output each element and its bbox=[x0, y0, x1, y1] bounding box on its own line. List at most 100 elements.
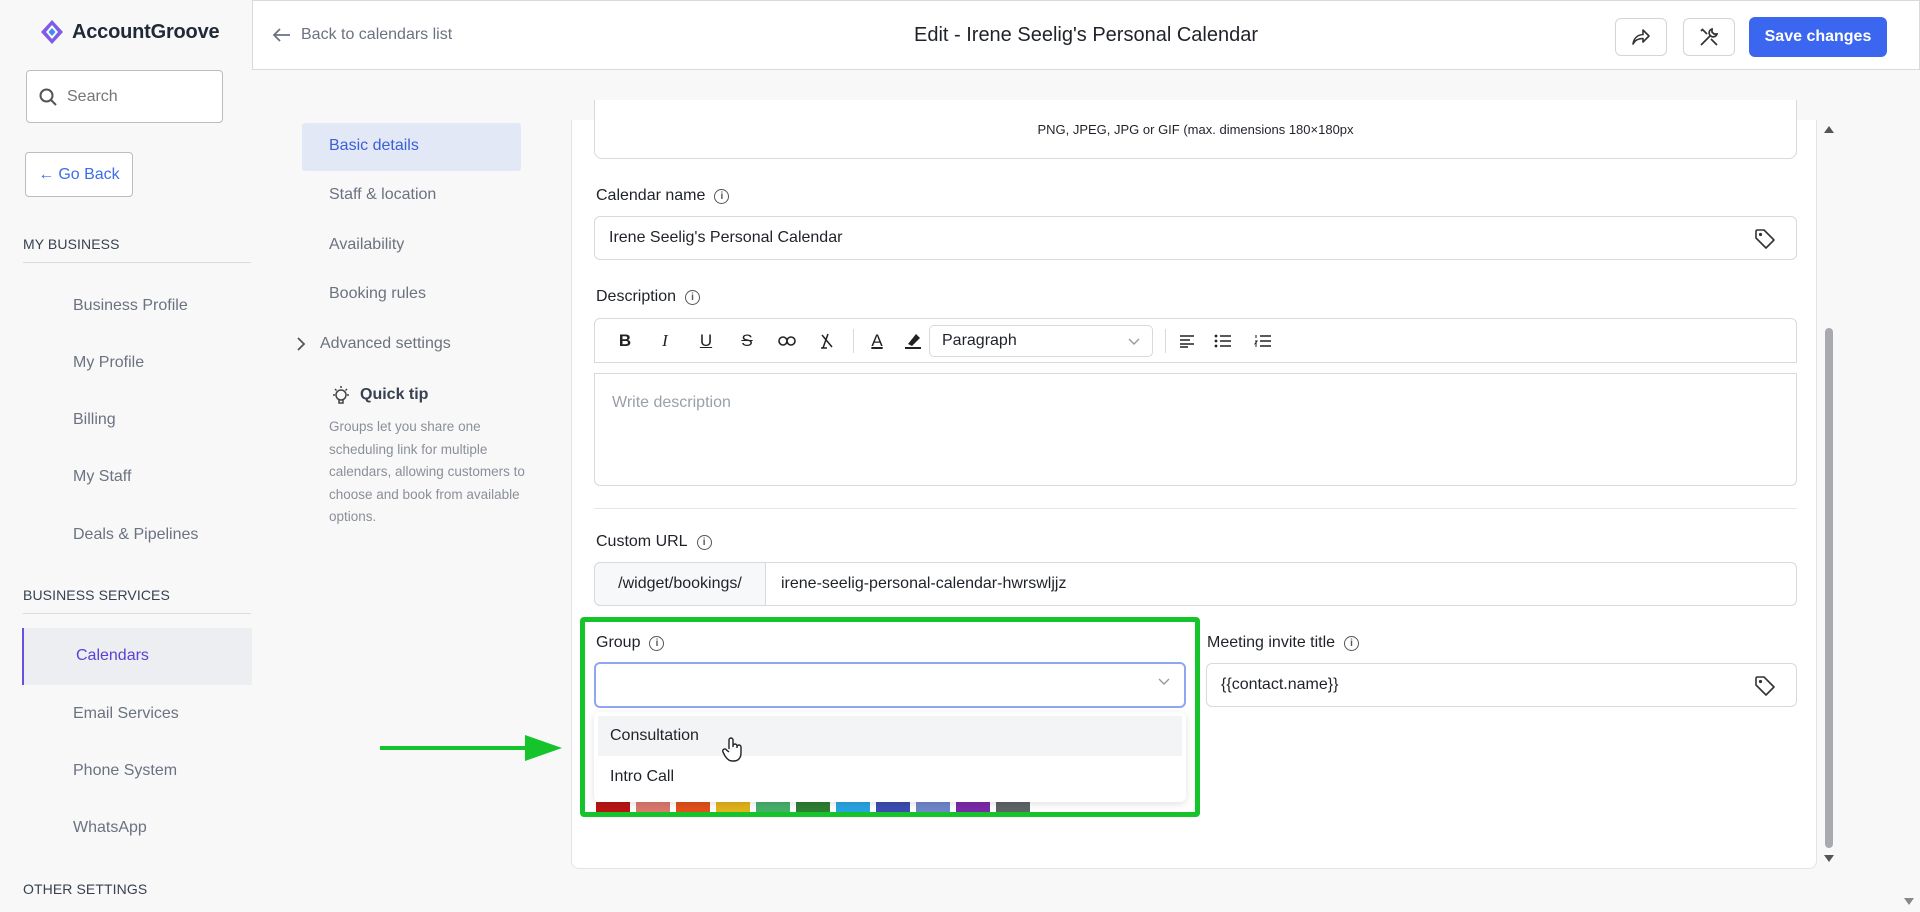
tab-advanced-settings[interactable]: Advanced settings bbox=[296, 335, 451, 353]
custom-url-input[interactable]: irene-seelig-personal-calendar-hwrswljjz bbox=[765, 562, 1797, 606]
info-icon[interactable]: i bbox=[685, 289, 701, 305]
align-left-icon[interactable] bbox=[1177, 331, 1197, 351]
arrow-right-icon bbox=[380, 735, 562, 761]
meeting-invite-title-field[interactable]: {{contact.name}} bbox=[1206, 663, 1797, 707]
tab-availability[interactable]: Availability bbox=[329, 236, 404, 254]
quick-tip-body: Groups let you share one scheduling link… bbox=[329, 419, 525, 524]
color-swatch[interactable] bbox=[796, 802, 830, 812]
tab-staff-location[interactable]: Staff & location bbox=[329, 186, 436, 204]
color-swatch[interactable] bbox=[836, 802, 870, 812]
scroll-up-icon[interactable] bbox=[1823, 124, 1835, 134]
color-swatch[interactable] bbox=[636, 802, 670, 812]
share-icon bbox=[1632, 29, 1650, 45]
sidebar-item-business-profile[interactable]: Business Profile bbox=[73, 297, 188, 315]
scrollbar-thumb[interactable] bbox=[1825, 328, 1833, 848]
group-label: Group i bbox=[596, 634, 665, 652]
color-swatch[interactable] bbox=[956, 802, 990, 812]
logo: AccountGroove bbox=[38, 18, 220, 46]
section-my-business: MY BUSINESS bbox=[23, 236, 251, 263]
calendar-name-label-text: Calendar name bbox=[596, 187, 706, 204]
italic-icon[interactable]: I bbox=[655, 331, 675, 351]
search-icon bbox=[39, 88, 57, 106]
scroll-down-icon[interactable] bbox=[1823, 854, 1835, 864]
image-upload-box[interactable]: PNG, JPEG, JPG or GIF (max. dimensions 1… bbox=[594, 100, 1797, 159]
meeting-invite-title-text: Meeting invite title bbox=[1207, 634, 1336, 651]
clear-format-icon[interactable] bbox=[817, 331, 837, 351]
group-option-intro-call[interactable]: Intro Call bbox=[598, 757, 1182, 797]
tab-basic-details[interactable]: Basic details bbox=[329, 137, 419, 155]
sidebar-item-my-staff[interactable]: My Staff bbox=[73, 468, 131, 486]
color-swatch[interactable] bbox=[596, 802, 630, 812]
share-button[interactable] bbox=[1615, 18, 1667, 56]
color-swatches bbox=[594, 802, 1030, 812]
sidebar-item-phone-system[interactable]: Phone System bbox=[73, 762, 177, 780]
color-swatch[interactable] bbox=[876, 802, 910, 812]
bold-icon[interactable]: B bbox=[615, 331, 635, 351]
arrow-left-icon bbox=[273, 28, 290, 42]
description-label-text: Description bbox=[596, 288, 677, 305]
page-scroll-down-icon[interactable] bbox=[1903, 897, 1915, 907]
underline-icon[interactable]: U bbox=[696, 331, 716, 351]
sidebar-item-deals-pipelines[interactable]: Deals & Pipelines bbox=[73, 526, 198, 544]
lightbulb-icon bbox=[333, 386, 349, 404]
back-to-calendars-link[interactable]: Back to calendars list bbox=[273, 26, 452, 44]
sidebar-item-label: Calendars bbox=[76, 647, 149, 664]
sidebar: AccountGroove ← Go Back MY BUSINESS Busi… bbox=[0, 0, 252, 912]
go-back-label: Go Back bbox=[58, 165, 120, 183]
group-select[interactable] bbox=[594, 662, 1186, 708]
info-icon[interactable]: i bbox=[696, 534, 712, 550]
group-label-text: Group bbox=[596, 634, 641, 651]
app-name: AccountGroove bbox=[72, 20, 220, 43]
advanced-settings-label: Advanced settings bbox=[320, 335, 451, 352]
strikethrough-icon[interactable]: S bbox=[737, 331, 757, 351]
page-title: Edit - Irene Seelig's Personal Calendar bbox=[913, 24, 1258, 46]
group-option-consultation[interactable]: Consultation bbox=[598, 716, 1182, 756]
color-swatch[interactable] bbox=[996, 802, 1030, 812]
go-back-button[interactable]: ← Go Back bbox=[25, 152, 133, 197]
toolbar-divider bbox=[853, 329, 854, 353]
info-icon[interactable]: i bbox=[649, 635, 665, 651]
sidebar-item-billing[interactable]: Billing bbox=[73, 411, 116, 429]
bullet-list-icon[interactable] bbox=[1213, 331, 1233, 351]
back-link-label: Back to calendars list bbox=[301, 26, 453, 43]
description-textarea[interactable]: Write description bbox=[594, 373, 1797, 486]
custom-url-label-text: Custom URL bbox=[596, 533, 688, 550]
link-icon[interactable] bbox=[777, 331, 797, 351]
calendar-name-value: Irene Seelig's Personal Calendar bbox=[609, 229, 843, 246]
info-icon[interactable]: i bbox=[714, 188, 730, 204]
tag-icon[interactable] bbox=[1754, 675, 1776, 697]
numbered-list-icon[interactable] bbox=[1253, 331, 1273, 351]
chevron-down-icon bbox=[1158, 678, 1170, 685]
highlighter-icon[interactable] bbox=[903, 331, 923, 351]
sidebar-item-my-profile[interactable]: My Profile bbox=[73, 354, 144, 372]
hand-cursor-icon bbox=[722, 737, 742, 762]
paragraph-select-value: Paragraph bbox=[942, 332, 1017, 349]
quick-tip-title: Quick tip bbox=[330, 384, 428, 406]
color-swatch[interactable] bbox=[756, 802, 790, 812]
toolbar-divider bbox=[1165, 329, 1166, 353]
calendar-name-field[interactable]: Irene Seelig's Personal Calendar bbox=[594, 216, 1797, 260]
sidebar-search[interactable] bbox=[26, 70, 223, 123]
custom-url-label: Custom URL i bbox=[596, 533, 712, 551]
paragraph-select[interactable]: Paragraph bbox=[929, 325, 1153, 357]
meeting-invite-title-value: {{contact.name}} bbox=[1221, 676, 1339, 693]
save-changes-button[interactable]: Save changes bbox=[1749, 17, 1887, 57]
color-swatch[interactable] bbox=[916, 802, 950, 812]
search-input[interactable] bbox=[67, 87, 207, 106]
color-swatch[interactable] bbox=[716, 802, 750, 812]
tools-button[interactable] bbox=[1683, 18, 1735, 56]
sidebar-item-email-services[interactable]: Email Services bbox=[73, 705, 179, 723]
meeting-invite-title-label: Meeting invite title i bbox=[1207, 634, 1360, 652]
url-prefix: /widget/bookings/ bbox=[594, 562, 766, 606]
color-swatch[interactable] bbox=[676, 802, 710, 812]
tag-icon[interactable] bbox=[1754, 228, 1776, 250]
info-icon[interactable]: i bbox=[1344, 635, 1360, 651]
sidebar-item-calendars[interactable]: Calendars bbox=[22, 628, 252, 685]
sidebar-item-whatsapp[interactable]: WhatsApp bbox=[73, 819, 147, 837]
tools-icon bbox=[1700, 27, 1719, 46]
text-color-icon[interactable]: A bbox=[867, 331, 887, 351]
description-label: Description i bbox=[596, 288, 701, 306]
quick-tip-label: Quick tip bbox=[360, 386, 429, 403]
tab-booking-rules[interactable]: Booking rules bbox=[329, 285, 426, 303]
arrow-left-icon: ← bbox=[38, 165, 55, 183]
